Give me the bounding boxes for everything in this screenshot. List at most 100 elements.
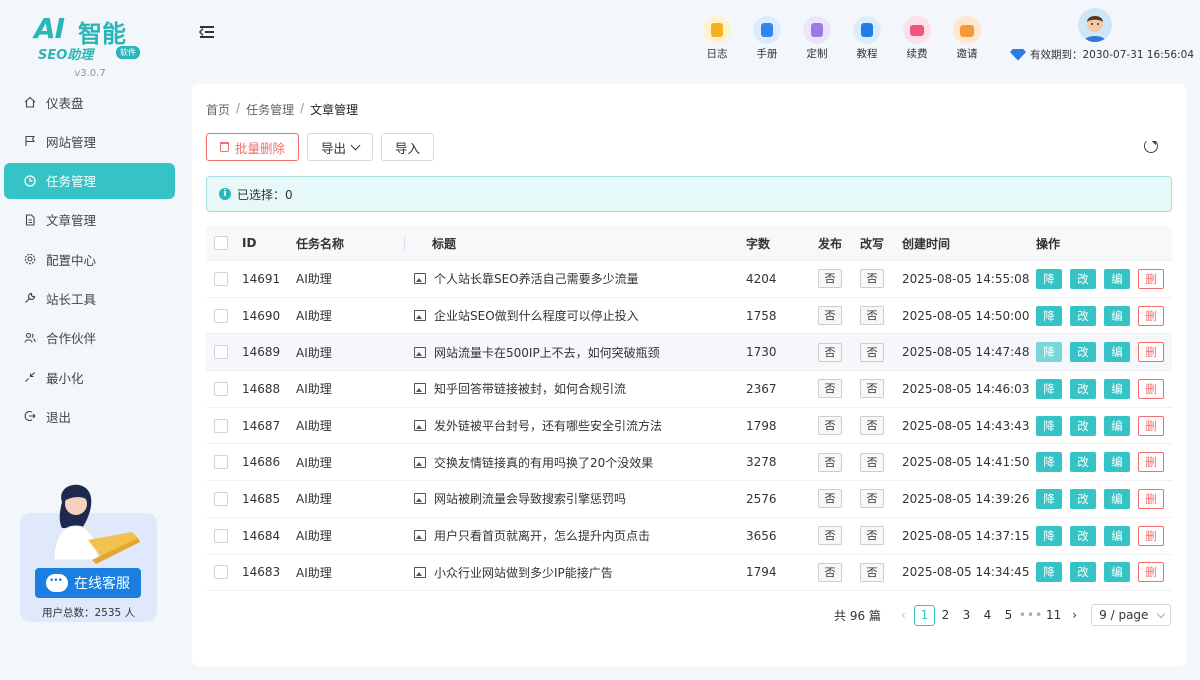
delete-button[interactable]: 删 <box>1138 452 1164 473</box>
row-title-cell[interactable]: 交换友情链接真的有用吗换了20个没效果 <box>414 454 653 471</box>
demote-button[interactable]: 降 <box>1036 268 1062 289</box>
user-avatar[interactable] <box>1078 8 1112 42</box>
sidebar-item-logout[interactable]: 退出 <box>4 398 175 434</box>
menu-collapse-icon[interactable] <box>199 26 216 40</box>
row-title-cell[interactable]: 个人站长靠SEO养活自己需要多少流量 <box>414 270 639 287</box>
row-id: 14686 <box>242 455 281 470</box>
row-checkbox[interactable] <box>214 455 228 470</box>
tool-invite[interactable]: 邀请 <box>942 16 992 61</box>
row-title-cell[interactable]: 企业站SEO做到什么程度可以停止投入 <box>414 307 639 324</box>
demote-button[interactable]: 降 <box>1036 378 1062 399</box>
sidebar-item-sites[interactable]: 网站管理 <box>4 123 175 159</box>
demote-button[interactable]: 降 <box>1036 488 1062 509</box>
page-11[interactable]: 11 <box>1043 605 1064 626</box>
row-task: AI助理 <box>296 309 332 324</box>
row-words: 3278 <box>746 455 777 470</box>
support-agent-illustration <box>53 484 140 564</box>
breadcrumb-tasks[interactable]: 任务管理 <box>246 101 294 118</box>
demote-button[interactable]: 降 <box>1036 305 1062 326</box>
row-title-cell[interactable]: 网站流量卡在500IP上不去，如何突破瓶颈 <box>414 344 660 361</box>
rewrite-button[interactable]: 改 <box>1070 268 1096 289</box>
row-checkbox[interactable] <box>214 418 228 433</box>
edit-button[interactable]: 编 <box>1104 488 1130 509</box>
image-icon <box>414 383 426 395</box>
rewrite-button[interactable]: 改 <box>1070 415 1096 436</box>
header-id: ID <box>242 236 257 250</box>
sidebar-item-tasks[interactable]: 任务管理 <box>4 162 175 199</box>
row-checkbox[interactable] <box>214 345 228 360</box>
row-title-cell[interactable]: 网站被刷流量会导致搜索引擎惩罚吗 <box>414 490 626 507</box>
rewrite-button[interactable]: 改 <box>1070 562 1096 583</box>
row-checkbox[interactable] <box>214 308 228 323</box>
edit-button[interactable]: 编 <box>1104 525 1130 546</box>
row-publish-cell: 否 <box>818 379 842 399</box>
delete-button[interactable]: 删 <box>1138 268 1164 289</box>
row-title-cell[interactable]: 用户只看首页就离开，怎么提升内页点击 <box>414 527 650 544</box>
row-checkbox[interactable] <box>214 491 228 506</box>
tool-renew[interactable]: 续费 <box>892 16 942 61</box>
edit-button[interactable]: 编 <box>1104 268 1130 289</box>
refresh-icon[interactable] <box>1144 139 1158 153</box>
row-title-cell[interactable]: 知乎回答带链接被封，如何合规引流 <box>414 380 626 397</box>
page-2[interactable]: 2 <box>935 605 956 626</box>
more-pages-icon[interactable]: ••• <box>1019 605 1043 626</box>
delete-button[interactable]: 删 <box>1138 342 1164 363</box>
export-button[interactable]: 导出 <box>307 133 374 161</box>
sidebar-item-partners[interactable]: 合作伙伴 <box>4 320 175 356</box>
rewrite-button[interactable]: 改 <box>1070 452 1096 473</box>
next-page-icon[interactable]: › <box>1064 605 1085 626</box>
edit-button[interactable]: 编 <box>1104 342 1130 363</box>
rewrite-button[interactable]: 改 <box>1070 525 1096 546</box>
rewrite-button[interactable]: 改 <box>1070 305 1096 326</box>
rewrite-tag: 否 <box>860 489 884 509</box>
page-size-select[interactable]: 9 / page <box>1091 604 1172 626</box>
row-publish-cell: 否 <box>818 526 842 546</box>
edit-button[interactable]: 编 <box>1104 452 1130 473</box>
rewrite-button[interactable]: 改 <box>1070 378 1096 399</box>
demote-button[interactable]: 降 <box>1036 415 1062 436</box>
row-checkbox[interactable] <box>214 271 228 286</box>
delete-button[interactable]: 删 <box>1138 562 1164 583</box>
delete-button[interactable]: 删 <box>1138 525 1164 546</box>
edit-button[interactable]: 编 <box>1104 415 1130 436</box>
delete-button[interactable]: 删 <box>1138 305 1164 326</box>
sidebar-item-tools[interactable]: 站长工具 <box>4 280 175 316</box>
online-service-button[interactable]: 在线客服 <box>35 568 141 598</box>
sidebar-item-label: 合作伙伴 <box>46 331 97 347</box>
import-button[interactable]: 导入 <box>381 133 435 161</box>
select-all-checkbox[interactable] <box>214 236 228 250</box>
delete-button[interactable]: 删 <box>1138 415 1164 436</box>
demote-button[interactable]: 降 <box>1036 342 1062 363</box>
tool-manual[interactable]: 手册 <box>742 16 792 61</box>
sidebar-item-dashboard[interactable]: 仪表盘 <box>4 84 175 120</box>
app-logo[interactable]: AI 智能 SEO助理 软件 <box>34 12 146 63</box>
demote-button[interactable]: 降 <box>1036 452 1062 473</box>
rewrite-button[interactable]: 改 <box>1070 488 1096 509</box>
demote-button[interactable]: 降 <box>1036 562 1062 583</box>
delete-button[interactable]: 删 <box>1138 378 1164 399</box>
breadcrumb-home[interactable]: 首页 <box>206 101 230 118</box>
rewrite-button[interactable]: 改 <box>1070 342 1096 363</box>
tool-custom[interactable]: 定制 <box>792 16 842 61</box>
page-3[interactable]: 3 <box>956 605 977 626</box>
batch-delete-button[interactable]: 批量删除 <box>206 133 300 161</box>
sidebar-item-articles[interactable]: 文章管理 <box>4 202 175 238</box>
edit-button[interactable]: 编 <box>1104 378 1130 399</box>
row-checkbox[interactable] <box>214 381 228 396</box>
sidebar-item-config[interactable]: 配置中心 <box>4 241 175 277</box>
tool-log[interactable]: 日志 <box>692 16 742 61</box>
page-4[interactable]: 4 <box>977 605 998 626</box>
row-title-cell[interactable]: 发外链被平台封号，还有哪些安全引流方法 <box>414 417 662 434</box>
sidebar-item-minimize[interactable]: 最小化 <box>4 359 175 395</box>
row-checkbox[interactable] <box>214 528 228 543</box>
row-title-cell[interactable]: 小众行业网站做到多少IP能接广告 <box>414 564 613 581</box>
row-checkbox[interactable] <box>214 565 228 580</box>
page-1[interactable]: 1 <box>913 604 935 626</box>
delete-button[interactable]: 删 <box>1138 488 1164 509</box>
prev-page-icon[interactable]: ‹ <box>893 605 914 626</box>
tool-tutorial[interactable]: 教程 <box>842 16 892 61</box>
edit-button[interactable]: 编 <box>1104 305 1130 326</box>
edit-button[interactable]: 编 <box>1104 562 1130 583</box>
demote-button[interactable]: 降 <box>1036 525 1062 546</box>
page-5[interactable]: 5 <box>998 605 1019 626</box>
